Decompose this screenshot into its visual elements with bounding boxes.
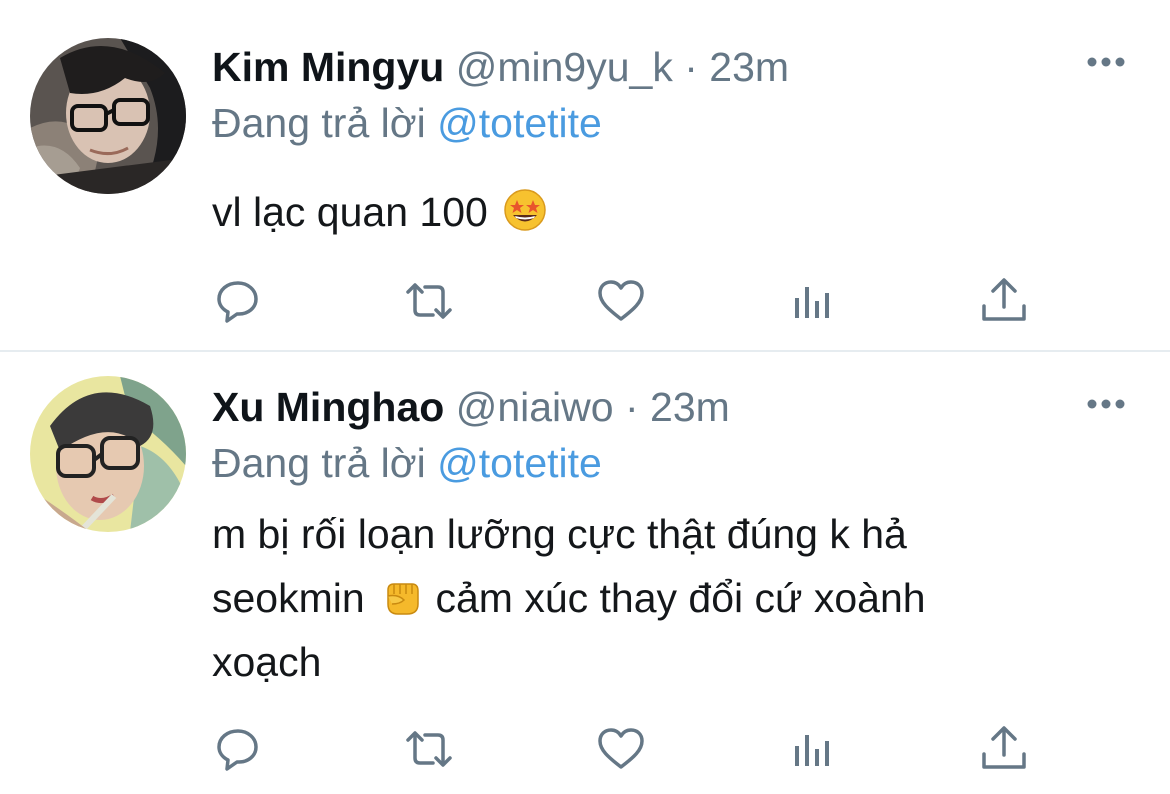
timestamp[interactable]: 23m (709, 44, 789, 90)
display-name[interactable]: Xu Minghao (212, 384, 444, 430)
analytics-icon[interactable] (788, 724, 838, 774)
display-name[interactable]: Kim Mingyu (212, 44, 444, 90)
reply-icon[interactable] (213, 724, 263, 774)
timestamp[interactable]: 23m (650, 384, 730, 430)
tweet-text: vl lạc quan 100 (212, 180, 1112, 244)
like-icon[interactable] (596, 276, 646, 326)
separator: · (624, 384, 639, 430)
star-struck-emoji (503, 186, 547, 231)
reply-prefix: Đang trả lời (212, 440, 426, 486)
tweet-text-line: xoạch (212, 639, 322, 685)
fist-emoji (380, 572, 424, 616)
reply-icon[interactable] (213, 276, 263, 326)
share-icon[interactable] (979, 276, 1029, 326)
tweet-text-segment: cảm xúc thay đổi cứ xoành (435, 575, 926, 621)
tweet-header: Kim Mingyu @min9yu_k · 23m (212, 42, 789, 92)
reply-to-link[interactable]: @totetite (437, 440, 602, 486)
retweet-icon[interactable] (404, 724, 454, 774)
share-icon[interactable] (979, 724, 1029, 774)
tweet-text-segment: seokmin (212, 575, 365, 621)
tweet[interactable]: Xu Minghao @niaiwo · 23m Đang trả lời @t… (0, 352, 1170, 794)
tweet-actions (0, 276, 1170, 326)
reply-context: Đang trả lời @totetite (212, 98, 602, 148)
tweet-text-line: m bị rối loạn lưỡng cực thật đúng k hả (212, 511, 907, 557)
user-handle[interactable]: @min9yu_k (456, 44, 673, 90)
tweet-text-line: seokmin cảm xúc thay đổi cứ xoành (212, 566, 1112, 630)
tweet-actions (0, 724, 1170, 774)
tweet-header: Xu Minghao @niaiwo · 23m (212, 382, 730, 432)
reply-prefix: Đang trả lời (212, 100, 426, 146)
avatar[interactable] (30, 38, 186, 194)
avatar[interactable] (30, 376, 186, 532)
analytics-icon[interactable] (788, 276, 838, 326)
like-icon[interactable] (596, 724, 646, 774)
tweet[interactable]: Kim Mingyu @min9yu_k · 23m Đang trả lời … (0, 0, 1170, 350)
reply-context: Đang trả lời @totetite (212, 438, 602, 488)
more-options-icon[interactable] (1084, 48, 1128, 76)
more-options-icon[interactable] (1084, 390, 1128, 418)
separator: · (684, 44, 698, 90)
reply-to-link[interactable]: @totetite (437, 100, 602, 146)
retweet-icon[interactable] (404, 276, 454, 326)
tweet-text: m bị rối loạn lưỡng cực thật đúng k hả s… (212, 502, 1112, 694)
user-handle[interactable]: @niaiwo (456, 384, 614, 430)
tweet-text-line: vl lạc quan 100 (212, 189, 488, 235)
